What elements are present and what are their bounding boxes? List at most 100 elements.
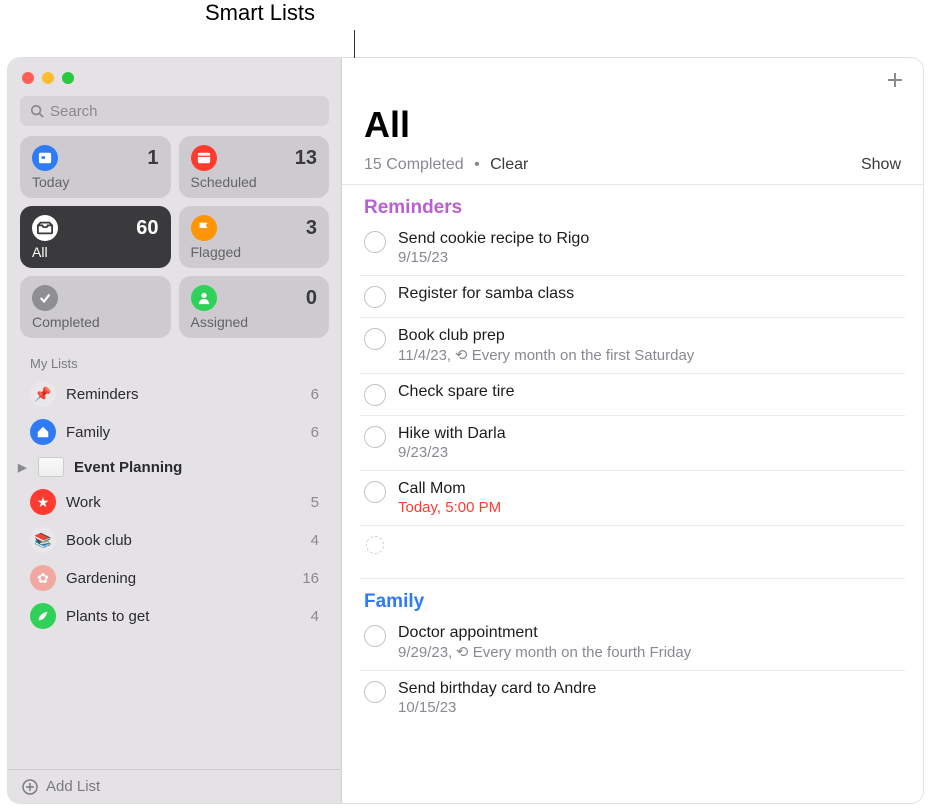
reminder-item[interactable]: Send birthday card to Andre 10/15/23 bbox=[360, 671, 905, 725]
page-title: All bbox=[342, 98, 923, 152]
app-window: 1 Today 13 Scheduled 6 0 bbox=[8, 58, 923, 803]
list-label: Work bbox=[66, 494, 101, 511]
repeat-icon: ⟳ bbox=[455, 346, 468, 364]
repeat-icon: ⟳ bbox=[456, 643, 469, 661]
folder-icon bbox=[38, 457, 64, 477]
list-plants[interactable]: Plants to get 4 bbox=[8, 597, 341, 635]
sidebar: 1 Today 13 Scheduled 6 0 bbox=[8, 58, 342, 803]
main-pane: All 15 Completed • Clear Show Reminders … bbox=[342, 58, 923, 803]
list-count: 4 bbox=[311, 608, 319, 625]
pin-icon: 📌 bbox=[30, 381, 56, 407]
item-subtitle: Today, 5:00 PM bbox=[398, 499, 901, 516]
new-reminder-placeholder[interactable] bbox=[360, 526, 905, 563]
search-field[interactable] bbox=[20, 96, 329, 126]
clear-button[interactable]: Clear bbox=[490, 156, 528, 174]
smart-completed[interactable]: Completed bbox=[20, 276, 171, 338]
smart-assigned[interactable]: 0 Assigned bbox=[179, 276, 330, 338]
close-window-button[interactable] bbox=[22, 72, 34, 84]
item-title: Book club prep bbox=[398, 327, 901, 345]
list-book-club[interactable]: 📚 Book club 4 bbox=[8, 521, 341, 559]
list-label: Reminders bbox=[66, 386, 139, 403]
list-gardening[interactable]: ✿ Gardening 16 bbox=[8, 559, 341, 597]
completed-count-text: 15 Completed bbox=[364, 156, 464, 174]
my-lists: 📌 Reminders 6 Family 6 ▶ Event Planning … bbox=[8, 375, 341, 769]
zoom-window-button[interactable] bbox=[62, 72, 74, 84]
smart-flagged-count: 3 bbox=[306, 217, 317, 240]
books-icon: 📚 bbox=[30, 527, 56, 553]
list-count: 4 bbox=[311, 532, 319, 549]
plus-icon bbox=[885, 70, 905, 90]
smart-flagged-label: Flagged bbox=[191, 244, 318, 260]
complete-toggle[interactable] bbox=[364, 426, 386, 448]
all-icon bbox=[32, 215, 58, 241]
list-count: 6 bbox=[311, 424, 319, 441]
flagged-icon bbox=[191, 215, 217, 241]
section-title-family: Family bbox=[342, 589, 923, 615]
smart-scheduled-count: 13 bbox=[295, 147, 317, 170]
folder-event-planning[interactable]: ▶ Event Planning bbox=[8, 451, 341, 483]
smart-assigned-label: Assigned bbox=[191, 314, 318, 330]
item-subtitle: 9/29/23, ⟳ Every month on the fourth Fri… bbox=[398, 643, 901, 661]
complete-toggle[interactable] bbox=[364, 231, 386, 253]
section-title-reminders: Reminders bbox=[342, 195, 923, 221]
list-label: Family bbox=[66, 424, 110, 441]
folder-label: Event Planning bbox=[74, 459, 182, 476]
chevron-right-icon: ▶ bbox=[18, 461, 28, 474]
reminder-item[interactable]: Book club prep 11/4/23, ⟳ Every month on… bbox=[360, 318, 905, 374]
minimize-window-button[interactable] bbox=[42, 72, 54, 84]
complete-toggle[interactable] bbox=[364, 328, 386, 350]
list-label: Book club bbox=[66, 532, 132, 549]
add-circle-icon[interactable] bbox=[366, 536, 384, 554]
reminder-item[interactable]: Send cookie recipe to Rigo 9/15/23 bbox=[360, 221, 905, 276]
separator-dot: • bbox=[470, 156, 485, 174]
item-title: Send birthday card to Andre bbox=[398, 680, 901, 698]
item-title: Hike with Darla bbox=[398, 425, 901, 443]
section-family: Family Doctor appointment 9/29/23, ⟳ Eve… bbox=[342, 579, 923, 725]
completed-icon bbox=[32, 285, 58, 311]
smart-all[interactable]: 60 All bbox=[20, 206, 171, 268]
item-subtitle: 9/23/23 bbox=[398, 444, 901, 461]
assigned-icon bbox=[191, 285, 217, 311]
complete-toggle[interactable] bbox=[364, 384, 386, 406]
show-button[interactable]: Show bbox=[861, 156, 901, 174]
reminder-item[interactable]: Doctor appointment 9/29/23, ⟳ Every mont… bbox=[360, 615, 905, 671]
item-title: Register for samba class bbox=[398, 285, 901, 303]
list-count: 5 bbox=[311, 494, 319, 511]
add-reminder-button[interactable] bbox=[885, 70, 905, 94]
search-icon bbox=[30, 104, 44, 118]
flower-icon: ✿ bbox=[30, 565, 56, 591]
smart-today-count: 1 bbox=[147, 147, 158, 170]
reminder-item[interactable]: Call Mom Today, 5:00 PM bbox=[360, 471, 905, 526]
search-input[interactable] bbox=[50, 103, 319, 120]
annotation-label: Smart Lists bbox=[205, 0, 315, 26]
home-icon bbox=[30, 419, 56, 445]
smart-flagged[interactable]: 3 Flagged bbox=[179, 206, 330, 268]
smart-completed-label: Completed bbox=[32, 314, 159, 330]
add-list-button[interactable]: Add List bbox=[8, 769, 341, 803]
item-subtitle: 9/15/23 bbox=[398, 249, 901, 266]
complete-toggle[interactable] bbox=[364, 286, 386, 308]
plus-circle-icon bbox=[22, 779, 38, 795]
item-title: Check spare tire bbox=[398, 383, 901, 401]
smart-all-label: All bbox=[32, 244, 159, 260]
item-title: Call Mom bbox=[398, 480, 901, 498]
list-work[interactable]: ★ Work 5 bbox=[8, 483, 341, 521]
smart-today[interactable]: 1 Today bbox=[20, 136, 171, 198]
complete-toggle[interactable] bbox=[364, 481, 386, 503]
smart-scheduled[interactable]: 13 Scheduled bbox=[179, 136, 330, 198]
reminder-item[interactable]: Check spare tire bbox=[360, 374, 905, 416]
item-subtitle: 10/15/23 bbox=[398, 699, 901, 716]
reminder-item[interactable]: Register for samba class bbox=[360, 276, 905, 318]
list-family[interactable]: Family 6 bbox=[8, 413, 341, 451]
reminder-item[interactable]: Hike with Darla 9/23/23 bbox=[360, 416, 905, 471]
smart-today-label: Today bbox=[32, 174, 159, 190]
section-reminders: Reminders Send cookie recipe to Rigo 9/1… bbox=[342, 185, 923, 563]
list-reminders[interactable]: 📌 Reminders 6 bbox=[8, 375, 341, 413]
item-subtitle: 11/4/23, ⟳ Every month on the first Satu… bbox=[398, 346, 901, 364]
item-title: Send cookie recipe to Rigo bbox=[398, 230, 901, 248]
complete-toggle[interactable] bbox=[364, 681, 386, 703]
my-lists-header: My Lists bbox=[8, 346, 341, 375]
complete-toggle[interactable] bbox=[364, 625, 386, 647]
item-title: Doctor appointment bbox=[398, 624, 901, 642]
smart-assigned-count: 0 bbox=[306, 287, 317, 310]
